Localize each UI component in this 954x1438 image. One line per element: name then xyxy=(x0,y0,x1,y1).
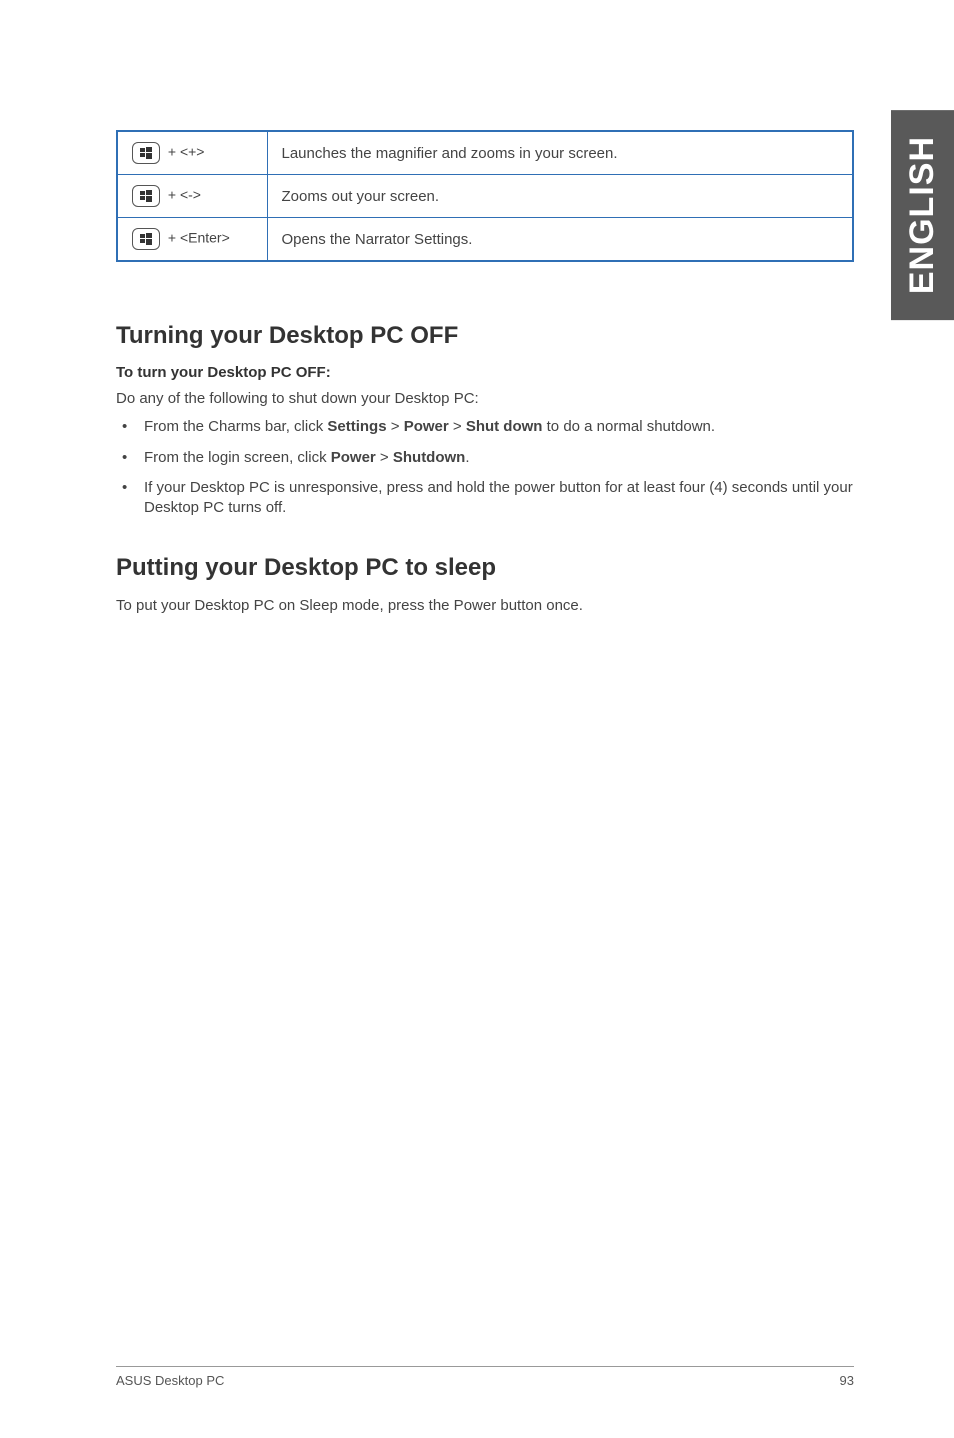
shortcut-key-cell: + <Enter> xyxy=(117,218,267,262)
page-content: + <+> Launches the magnifier and zooms i… xyxy=(0,0,954,617)
section-heading-sleep: Putting your Desktop PC to sleep xyxy=(116,554,854,582)
shortcut-key-cell: + <+> xyxy=(117,131,267,175)
text-bold: Shutdown xyxy=(393,449,465,466)
section-heading-off: Turning your Desktop PC OFF xyxy=(116,322,854,350)
table-row: + <Enter> Opens the Narrator Settings. xyxy=(117,218,853,262)
windows-key-icon xyxy=(132,185,160,207)
section-intro-off: Do any of the following to shut down you… xyxy=(116,389,854,409)
table-row: + <-> Zooms out your screen. xyxy=(117,175,853,218)
section-subheading-off: To turn your Desktop PC OFF: xyxy=(116,364,854,381)
shortcut-key-text: + <+> xyxy=(164,144,204,160)
text: > xyxy=(387,418,404,435)
text: From the Charms bar, click xyxy=(144,418,327,435)
text: > xyxy=(376,449,393,466)
shortcut-key-text: + <-> xyxy=(164,187,201,203)
text: > xyxy=(449,418,466,435)
windows-key-icon xyxy=(132,228,160,250)
windows-key-icon xyxy=(132,142,160,164)
text-bold: Settings xyxy=(327,418,386,435)
shortcut-desc: Zooms out your screen. xyxy=(267,175,853,218)
list-item: From the login screen, click Power > Shu… xyxy=(116,448,854,468)
language-side-tab: ENGLISH xyxy=(891,110,954,320)
shortcut-key-cell: + <-> xyxy=(117,175,267,218)
bullet-list-off: From the Charms bar, click Settings > Po… xyxy=(116,417,854,518)
text-bold: Power xyxy=(331,449,376,466)
text-bold: Power xyxy=(404,418,449,435)
footer-page-number: 93 xyxy=(840,1373,854,1388)
footer-left: ASUS Desktop PC xyxy=(116,1373,224,1388)
text: . xyxy=(465,449,469,466)
text: From the login screen, click xyxy=(144,449,331,466)
section-para-sleep: To put your Desktop PC on Sleep mode, pr… xyxy=(116,596,854,616)
shortcut-desc: Launches the magnifier and zooms in your… xyxy=(267,131,853,175)
page-footer: ASUS Desktop PC 93 xyxy=(116,1366,854,1388)
shortcut-key-text: + <Enter> xyxy=(164,230,230,246)
text-bold: Shut down xyxy=(466,418,543,435)
text: to do a normal shutdown. xyxy=(542,418,715,435)
shortcut-desc: Opens the Narrator Settings. xyxy=(267,218,853,262)
list-item: If your Desktop PC is unresponsive, pres… xyxy=(116,478,854,519)
table-row: + <+> Launches the magnifier and zooms i… xyxy=(117,131,853,175)
list-item: From the Charms bar, click Settings > Po… xyxy=(116,417,854,437)
shortcut-table: + <+> Launches the magnifier and zooms i… xyxy=(116,130,854,262)
